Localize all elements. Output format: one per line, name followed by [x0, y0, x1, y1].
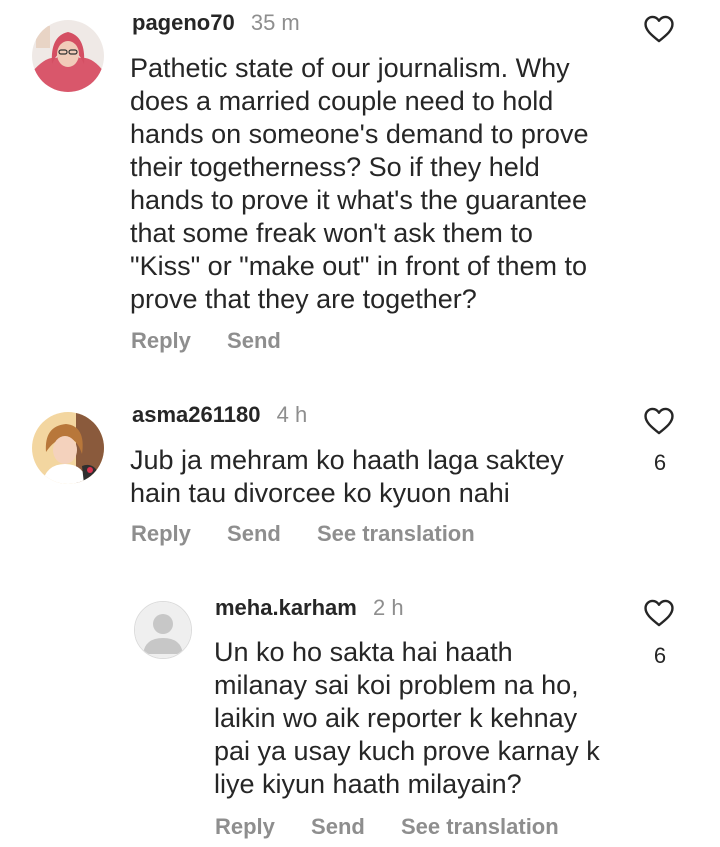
timestamp: 35 m — [250, 10, 300, 35]
reply-button[interactable]: Reply — [215, 814, 275, 839]
username[interactable]: meha.karham — [215, 595, 357, 620]
avatar-photo — [32, 20, 104, 92]
username[interactable]: asma261180 — [132, 402, 260, 427]
comment-line: Un ko ho sakta hai haath — [214, 637, 513, 667]
comment-line: liye kiyun haath milayain? — [214, 769, 522, 799]
comment-line: does a married couple need to hold — [130, 86, 554, 116]
send-button[interactable]: Send — [227, 328, 281, 353]
comment-text: Jub ja mehram ko haath laga saktey hain … — [130, 444, 564, 510]
comment-line: Pathetic state of our journalism. Why — [130, 53, 570, 83]
comment-meta: asma261180 4 h — [132, 402, 307, 428]
comment-text: Un ko ho sakta hai haath milanay sai koi… — [214, 636, 600, 801]
comment-line: hands to prove it what's the guarantee — [130, 185, 587, 215]
reply-button[interactable]: Reply — [131, 521, 191, 546]
timestamp: 2 h — [372, 595, 404, 620]
comment-line: their togetherness? So if they held — [130, 152, 540, 182]
comment-line: hands on someone's demand to prove — [130, 119, 589, 149]
comment-meta: pageno70 35 m — [132, 10, 300, 36]
username[interactable]: pageno70 — [132, 10, 235, 35]
send-button[interactable]: Send — [227, 521, 281, 546]
see-translation-button[interactable]: See translation — [317, 521, 475, 546]
timestamp: 4 h — [276, 402, 308, 427]
comment-actions: Reply Send — [131, 328, 311, 354]
comment-meta: meha.karham 2 h — [215, 595, 404, 621]
default-avatar-icon — [135, 602, 191, 658]
avatar[interactable] — [134, 601, 192, 659]
send-button[interactable]: Send — [311, 814, 365, 839]
heart-outline-icon[interactable] — [642, 404, 676, 438]
comment-line: pai ya usay kuch prove karnay k — [214, 736, 600, 766]
avatar-photo — [32, 412, 104, 484]
see-translation-button[interactable]: See translation — [401, 814, 559, 839]
comment-text: Pathetic state of our journalism. Why do… — [130, 52, 588, 316]
comment-actions: Reply Send See translation — [131, 521, 505, 547]
comment-actions: Reply Send See translation — [215, 814, 589, 840]
heart-outline-icon[interactable] — [642, 12, 676, 46]
like-count: 6 — [653, 450, 667, 475]
comment-line: hain tau divorcee ko kyuon nahi — [130, 478, 510, 508]
avatar[interactable] — [32, 20, 104, 92]
comment-line: laikin wo aik reporter k kehnay — [214, 703, 578, 733]
comment-line: milanay sai koi problem na ho, — [214, 670, 579, 700]
comment-line: "Kiss" or "make out" in front of them to — [130, 251, 588, 281]
like-count: 6 — [653, 643, 667, 668]
avatar[interactable] — [32, 412, 104, 484]
comment-line: prove that they are together? — [130, 284, 477, 314]
heart-outline-icon[interactable] — [642, 596, 676, 630]
comment-line: Jub ja mehram ko haath laga saktey — [130, 445, 564, 475]
comment-line: that some freak won't ask them to — [130, 218, 533, 248]
reply-button[interactable]: Reply — [131, 328, 191, 353]
